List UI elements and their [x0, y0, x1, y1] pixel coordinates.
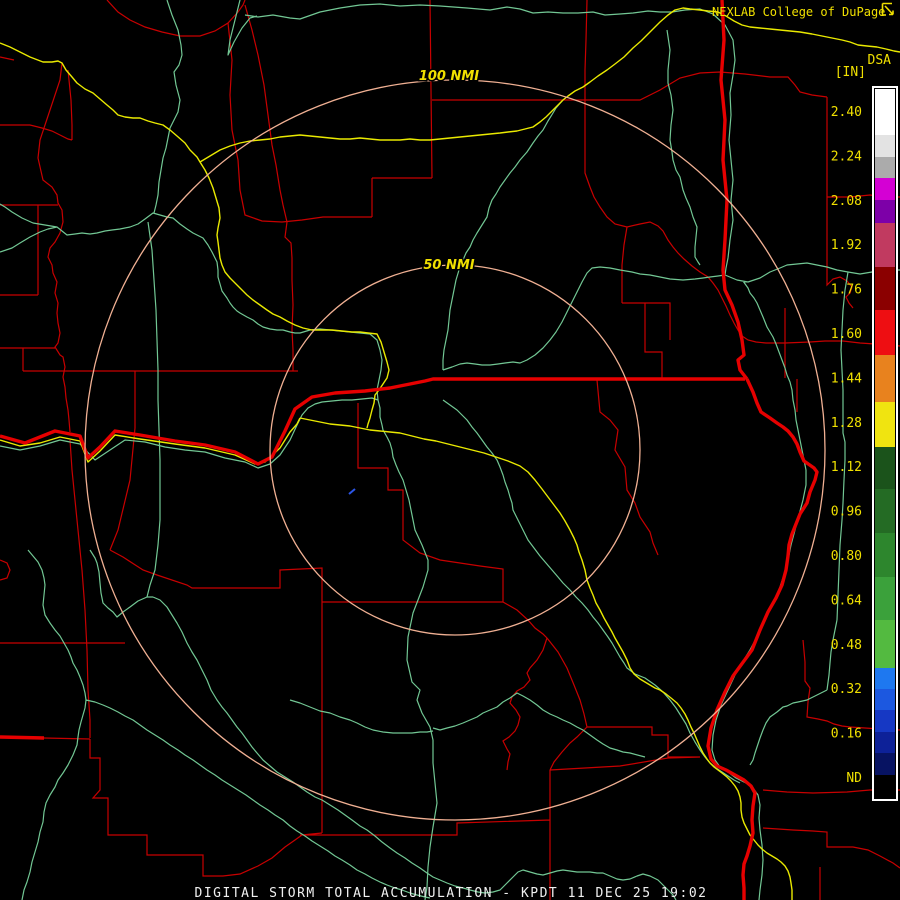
legend-tick-label: 0.16 — [831, 727, 862, 742]
product-caption: DIGITAL STORM TOTAL ACCUMULATION - KPDT … — [195, 886, 708, 900]
legend-color-cell — [875, 775, 895, 798]
legend-color-cell — [875, 620, 895, 668]
range-ring-label-50nmi: 50 NMI — [423, 258, 474, 273]
legend-tick-label: 1.12 — [831, 460, 862, 475]
legend-color-cell — [875, 753, 895, 775]
nexlab-watermark: NEXLAB College of DuPage — [712, 5, 885, 19]
legend-tick-label: 0.64 — [831, 593, 862, 608]
legend-color-cell — [875, 402, 895, 447]
legend-color-cell — [875, 732, 895, 753]
legend-color-cell — [875, 267, 895, 310]
legend-tick-label: 1.92 — [831, 238, 862, 253]
legend-tick-label: 0.96 — [831, 505, 862, 520]
legend-tick-label: 1.76 — [831, 283, 862, 298]
legend-color-cell — [875, 157, 895, 178]
legend-tick-label: 0.80 — [831, 549, 862, 564]
legend-color-cell — [875, 668, 895, 689]
legend-color-cell — [875, 533, 895, 577]
legend-tick-label: 2.24 — [831, 149, 862, 164]
legend-tick-label: 2.40 — [831, 105, 862, 120]
legend-tick-label: 2.08 — [831, 194, 862, 209]
product-code-label: DSA — [868, 53, 892, 68]
legend-color-cell — [875, 310, 895, 355]
legend-color-cell — [875, 178, 895, 200]
legend-color-cell — [875, 223, 895, 267]
legend-color-cell — [875, 689, 895, 710]
radar-map: 100 NMI 50 NMI 2.40 2.24 2.08 1.92 1.76 1.60 1… — [0, 0, 900, 900]
legend-tick-label: 0.48 — [831, 638, 862, 653]
legend-color-cell — [875, 355, 895, 402]
legend-color-cell — [875, 200, 895, 223]
legend-tick-label: 1.60 — [831, 327, 862, 342]
legend-tick-label: 1.28 — [831, 416, 862, 431]
map-background — [0, 0, 900, 900]
units-label: [IN] — [835, 65, 866, 80]
radar-display: 100 NMI 50 NMI 2.40 2.24 2.08 1.92 1.76 1.60 1… — [0, 0, 900, 900]
legend-color-cell — [875, 89, 895, 135]
range-ring-label-100nmi: 100 NMI — [419, 69, 479, 84]
legend-color-cell — [875, 577, 895, 620]
legend-tick-label: ND — [846, 771, 862, 786]
legend-tick-label: 0.32 — [831, 682, 862, 697]
legend-color-cell — [875, 447, 895, 489]
legend-color-cell — [875, 710, 895, 732]
legend-color-cell — [875, 135, 895, 157]
legend-color-cell — [875, 489, 895, 533]
legend-tick-label: 1.44 — [831, 371, 862, 386]
legend-cells — [875, 89, 895, 798]
